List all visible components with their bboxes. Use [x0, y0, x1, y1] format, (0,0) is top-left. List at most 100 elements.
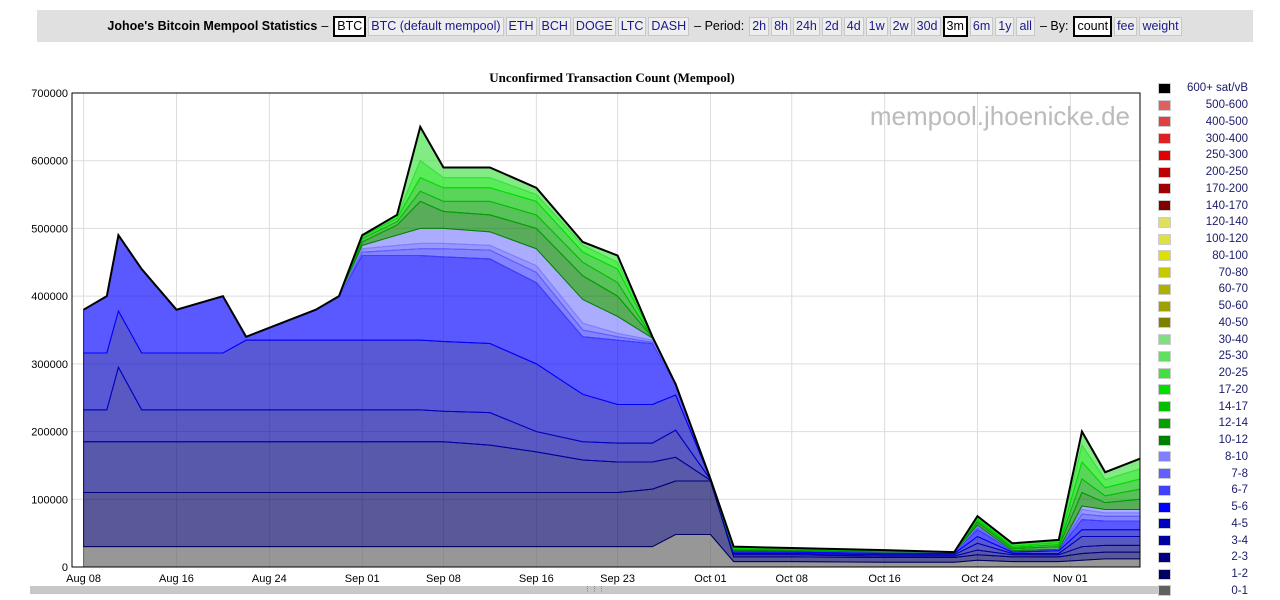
legend-swatch: [1158, 367, 1171, 379]
legend-item[interactable]: 1-2: [1158, 566, 1248, 583]
y-tick-label: 400000: [31, 291, 68, 303]
by-button-count[interactable]: count: [1073, 15, 1113, 37]
legend-swatch: [1158, 535, 1171, 547]
legend-item[interactable]: 100-120: [1158, 231, 1248, 248]
legend-label: 300-400: [1205, 132, 1248, 145]
legend-label: 3-4: [1231, 534, 1248, 547]
legend-item[interactable]: 500-600: [1158, 97, 1248, 114]
legend-label: 0-1: [1231, 584, 1248, 597]
legend-item[interactable]: 60-70: [1158, 281, 1248, 298]
coin-button-bch[interactable]: BCH: [538, 16, 571, 36]
legend-label: 7-8: [1231, 467, 1248, 480]
legend-swatch: [1158, 434, 1171, 446]
legend-label: 14-17: [1218, 400, 1248, 413]
coin-button-dash[interactable]: DASH: [648, 16, 690, 36]
legend-item[interactable]: 7-8: [1158, 465, 1248, 482]
period-button-1y[interactable]: 1y: [995, 16, 1015, 36]
legend-item[interactable]: 12-14: [1158, 415, 1248, 432]
legend-label: 50-60: [1218, 300, 1248, 313]
legend-label: 2-3: [1231, 551, 1248, 564]
period-button-4d[interactable]: 4d: [843, 16, 864, 36]
y-tick-label: 200000: [31, 427, 68, 439]
coin-button-btc[interactable]: BTC: [333, 15, 367, 37]
period-label: – Period:: [694, 19, 745, 33]
legend-item[interactable]: 8-10: [1158, 449, 1248, 466]
period-button-6m[interactable]: 6m: [969, 16, 994, 36]
legend-item[interactable]: 200-250: [1158, 164, 1248, 181]
legend-item[interactable]: 5-6: [1158, 499, 1248, 516]
legend-label: 200-250: [1205, 166, 1248, 179]
legend-swatch: [1158, 166, 1171, 178]
legend-item[interactable]: 40-50: [1158, 315, 1248, 332]
legend-item[interactable]: 4-5: [1158, 516, 1248, 533]
coin-button-eth[interactable]: ETH: [505, 16, 537, 36]
legend-item[interactable]: 120-140: [1158, 214, 1248, 231]
period-button-8h[interactable]: 8h: [771, 16, 791, 36]
coin-button-ltc[interactable]: LTC: [617, 16, 647, 36]
legend-swatch: [1158, 384, 1171, 396]
legend-item[interactable]: 17-20: [1158, 382, 1248, 399]
legend-label: 10-12: [1218, 434, 1248, 447]
period-button-30d[interactable]: 30d: [913, 16, 941, 36]
by-button-fee[interactable]: fee: [1114, 16, 1138, 36]
y-tick-label: 600000: [31, 156, 68, 168]
legend-swatch: [1158, 350, 1171, 362]
scrollbar-grip-icon[interactable]: ⋮⋮⋮: [584, 586, 605, 594]
legend-item[interactable]: 25-30: [1158, 348, 1248, 365]
legend-item[interactable]: 600+ sat/vB: [1158, 80, 1248, 97]
legend-label: 30-40: [1218, 333, 1248, 346]
legend-swatch: [1158, 133, 1171, 145]
period-button-2h[interactable]: 2h: [749, 16, 770, 36]
period-button-1w[interactable]: 1w: [865, 16, 888, 36]
legend-item[interactable]: 80-100: [1158, 248, 1248, 265]
legend-label: 1-2: [1231, 568, 1248, 581]
legend-swatch: [1158, 200, 1171, 212]
legend-item[interactable]: 6-7: [1158, 482, 1248, 499]
legend-item[interactable]: 0-1: [1158, 583, 1248, 600]
legend-swatch: [1158, 300, 1171, 312]
y-tick-label: 300000: [31, 359, 68, 371]
legend-item[interactable]: 3-4: [1158, 532, 1248, 549]
legend-item[interactable]: 70-80: [1158, 264, 1248, 281]
legend-item[interactable]: 400-500: [1158, 114, 1248, 131]
legend-item[interactable]: 300-400: [1158, 130, 1248, 147]
legend-item[interactable]: 170-200: [1158, 181, 1248, 198]
period-button-2d[interactable]: 2d: [821, 16, 842, 36]
legend-swatch: [1158, 568, 1171, 580]
legend-swatch: [1158, 317, 1171, 329]
legend-swatch: [1158, 216, 1171, 228]
x-tick-label: Nov 01: [1053, 573, 1088, 585]
legend-item[interactable]: 2-3: [1158, 549, 1248, 566]
legend-item[interactable]: 20-25: [1158, 365, 1248, 382]
legend-label: 80-100: [1212, 249, 1248, 262]
legend-swatch: [1158, 283, 1171, 295]
coin-button-doge[interactable]: DOGE: [572, 16, 616, 36]
legend-item[interactable]: 10-12: [1158, 432, 1248, 449]
legend-item[interactable]: 50-60: [1158, 298, 1248, 315]
legend-swatch: [1158, 401, 1171, 413]
coin-button-btc-default-mempool[interactable]: BTC (default mempool): [368, 16, 504, 36]
period-button-all[interactable]: all: [1016, 16, 1035, 36]
legend-label: 25-30: [1218, 350, 1248, 363]
legend-swatch: [1158, 551, 1171, 563]
legend-label: 17-20: [1218, 383, 1248, 396]
legend-label: 20-25: [1218, 367, 1248, 380]
legend-item[interactable]: 140-170: [1158, 197, 1248, 214]
chart-legend: 600+ sat/vB 500-600 400-500 300-400 250-300 2…: [1158, 80, 1248, 599]
legend-swatch: [1158, 334, 1171, 346]
legend-item[interactable]: 14-17: [1158, 398, 1248, 415]
legend-label: 120-140: [1205, 216, 1248, 229]
legend-item[interactable]: 250-300: [1158, 147, 1248, 164]
period-button-24h[interactable]: 24h: [793, 16, 820, 36]
x-tick-label: Oct 24: [961, 573, 993, 585]
legend-swatch: [1158, 451, 1171, 463]
legend-swatch: [1158, 518, 1171, 530]
legend-swatch: [1158, 149, 1171, 161]
by-button-weight[interactable]: weight: [1139, 16, 1182, 36]
period-button-2w[interactable]: 2w: [889, 16, 912, 36]
legend-item[interactable]: 30-40: [1158, 331, 1248, 348]
period-button-3m[interactable]: 3m: [942, 15, 968, 37]
legend-label: 8-10: [1224, 450, 1248, 463]
x-tick-label: Sep 01: [345, 573, 380, 585]
legend-label: 6-7: [1231, 484, 1248, 497]
